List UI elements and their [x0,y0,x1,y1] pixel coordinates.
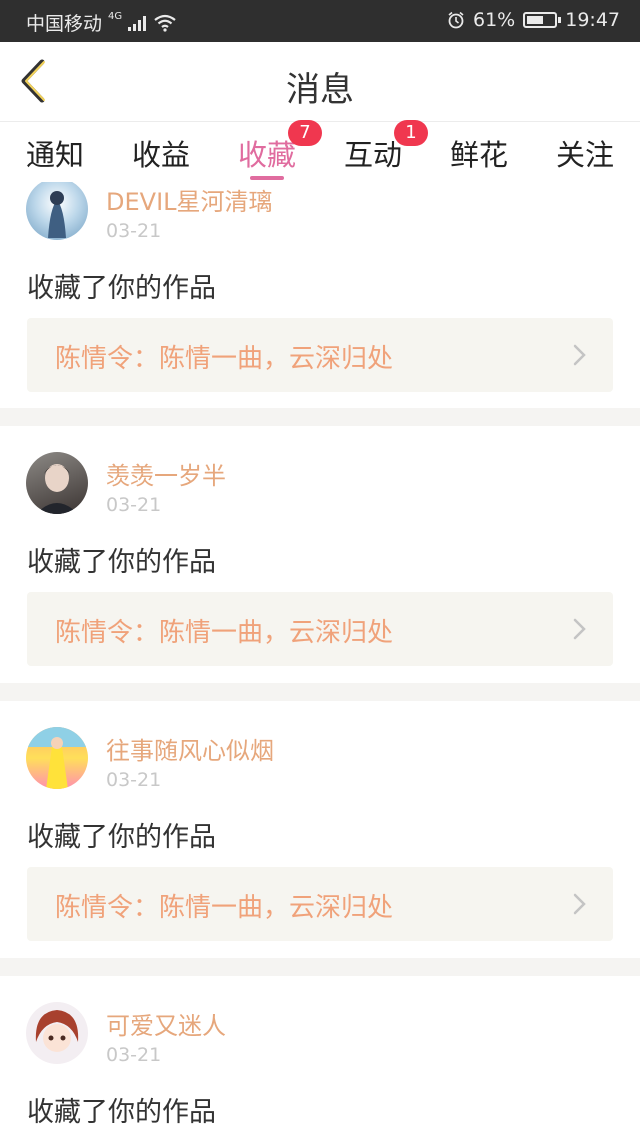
tab-bar: 通知 收益 收藏 7 互动 1 鲜花 关注 [0,120,640,182]
user-name[interactable]: 往事随风心似烟 [106,731,274,766]
status-right: 61% 19:47 [447,9,620,31]
work-link[interactable]: 陈情令：陈情一曲，云深归处 [27,592,613,666]
tab-label: 收藏 [237,138,296,172]
work-link[interactable]: 陈情令：陈情一曲，云深归处 [27,867,613,941]
chevron-right-icon [573,344,586,366]
date: 03-21 [106,1044,162,1066]
avatar[interactable] [26,452,88,514]
wifi-icon [154,14,176,32]
work-title: 陈情令：陈情一曲，云深归处 [55,344,394,374]
action-text: 收藏了你的作品 [27,1097,216,1128]
avatar-image [26,727,88,789]
divider [0,683,640,701]
tab-label: 鲜花 [449,138,508,172]
work-title: 陈情令：陈情一曲，云深归处 [55,618,394,648]
user-name[interactable]: 可爱又迷人 [106,1006,226,1041]
chevron-right-icon [573,618,586,640]
message-list[interactable]: DEVIL星河清璃 03-21 收藏了你的作品 陈情令：陈情一曲，云深归处 羡羡… [0,182,640,1138]
user-name[interactable]: 羡羡一岁半 [106,456,226,491]
tab-notifications[interactable]: 通知 [2,132,108,180]
action-text: 收藏了你的作品 [27,822,216,853]
tab-interactions[interactable]: 互动 1 [320,120,428,180]
user-name[interactable]: DEVIL星河清璃 [106,182,273,217]
divider [0,958,640,976]
work-title: 陈情令：陈情一曲，云深归处 [55,893,394,923]
tab-label: 互动 [343,138,402,172]
divider [0,408,640,426]
battery-percent: 61% [473,9,516,31]
status-bar: 中国移动 4G 61% 19:47 [0,0,640,42]
action-text: 收藏了你的作品 [27,273,216,304]
battery-level [527,16,544,24]
work-link[interactable]: 陈情令：陈情一曲，云深归处 [27,318,613,392]
avatar[interactable] [26,727,88,789]
date: 03-21 [106,769,162,791]
date: 03-21 [106,220,162,242]
list-item: 羡羡一岁半 03-21 收藏了你的作品 陈情令：陈情一曲，云深归处 [0,426,640,683]
tab-following[interactable]: 关注 [532,132,638,180]
list-item: 往事随风心似烟 03-21 收藏了你的作品 陈情令：陈情一曲，云深归处 [0,701,640,958]
network-type: 4G [108,11,123,22]
action-text: 收藏了你的作品 [27,547,216,578]
avatar-image [35,1010,79,1052]
avatar[interactable] [26,1002,88,1064]
status-left: 中国移动 4G [26,9,176,36]
date: 03-21 [106,494,162,516]
tab-label: 收益 [131,138,190,172]
favorites-badge: 7 [288,120,322,146]
avatar-image [36,464,78,514]
battery-icon [523,12,562,28]
alarm-clock-icon [448,11,464,29]
list-item: 可爱又迷人 03-21 收藏了你的作品 [0,976,640,1138]
chevron-right-icon [573,893,586,915]
tab-favorites[interactable]: 收藏 7 [214,120,322,180]
avatar-image [48,191,66,238]
signal-icon [128,15,148,31]
carrier-label: 中国移动 [26,13,103,35]
tab-label: 通知 [25,138,84,172]
interactions-badge: 1 [394,120,428,146]
tab-earnings[interactable]: 收益 [108,132,214,180]
avatar[interactable] [26,182,88,240]
clock-time: 19:47 [565,9,620,31]
active-tab-indicator [250,176,284,180]
list-item: DEVIL星河清璃 03-21 收藏了你的作品 陈情令：陈情一曲，云深归处 [0,182,640,408]
tab-label: 关注 [555,138,614,172]
page-title: 消息 [286,70,354,110]
tab-flowers[interactable]: 鲜花 [426,132,532,180]
nav-bar: 消息 [0,42,640,122]
